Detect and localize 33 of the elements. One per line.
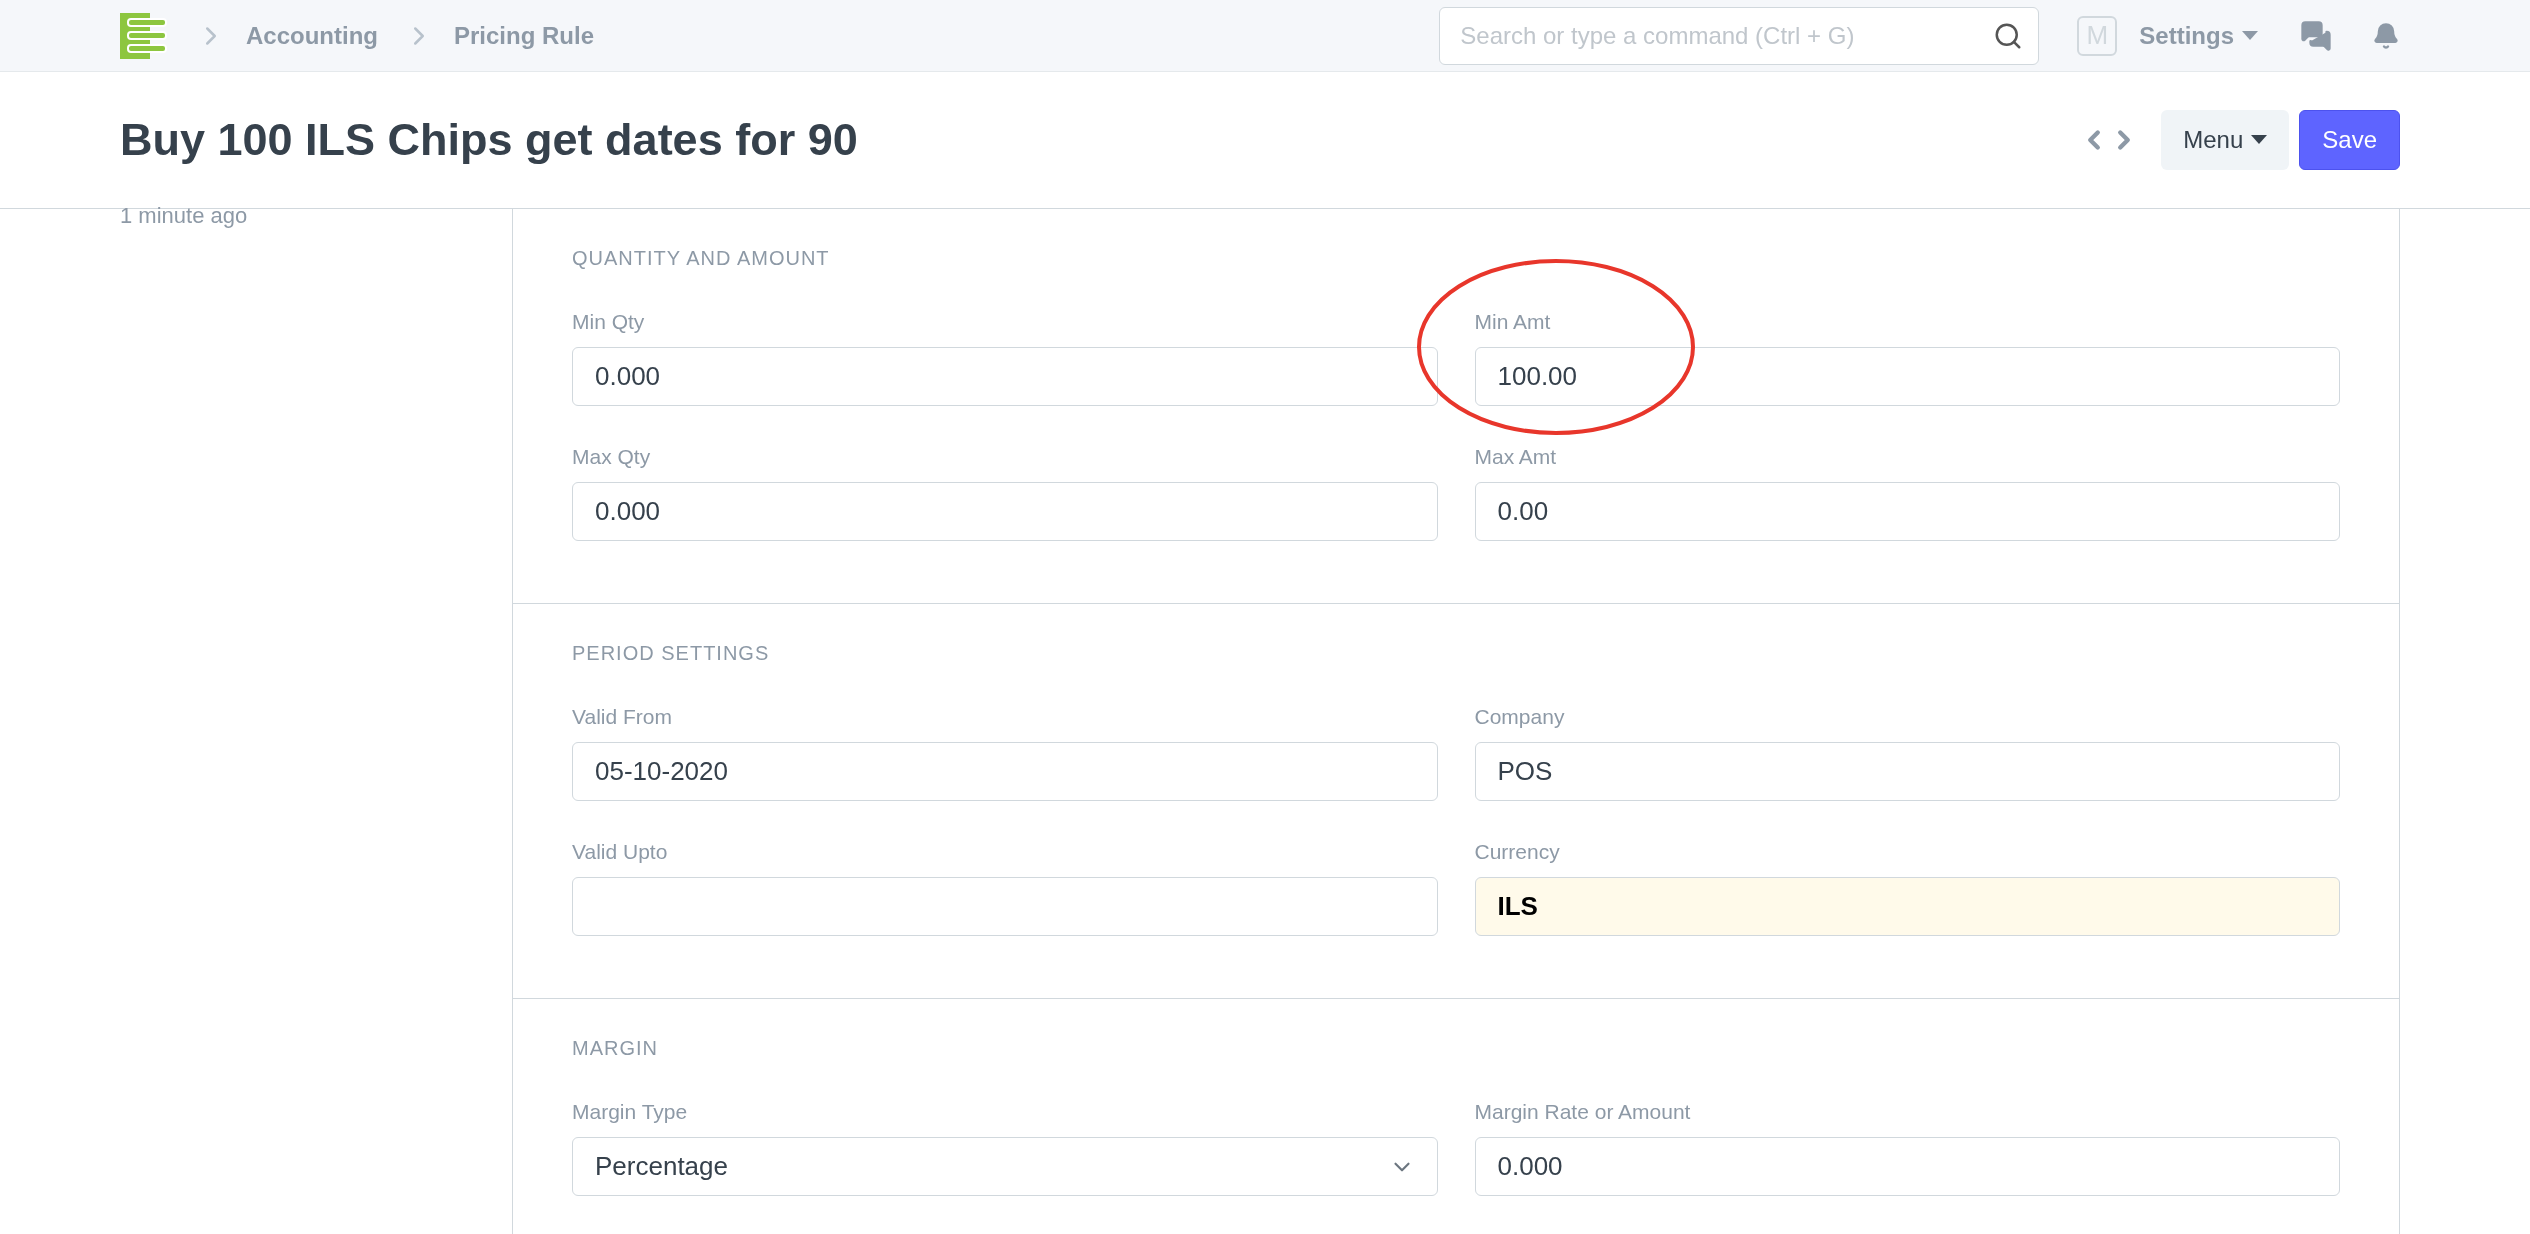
input-field[interactable]: 05-10-2020 — [572, 742, 1438, 801]
input-field[interactable]: ILS — [1474, 877, 2340, 936]
input-field[interactable]: 0.000 — [572, 482, 1438, 541]
menu-button[interactable]: Menu — [2161, 110, 2290, 170]
field-label: Min Amt — [1474, 309, 1551, 335]
field-label: Min Qty — [572, 309, 645, 335]
section-title: QUANTITY AND AMOUNT — [572, 246, 831, 271]
field-label: Currency — [1474, 839, 1560, 865]
field-label: Margin Rate or Amount — [1474, 1099, 1691, 1125]
chat-icon[interactable] — [2300, 19, 2332, 52]
field-label: Valid Upto — [572, 839, 668, 865]
input-field[interactable]: 100.00 — [1474, 347, 2340, 406]
field-label: Company — [1474, 704, 1565, 730]
field-label: Max Qty — [572, 444, 651, 470]
input-field[interactable]: 0.000 — [572, 347, 1438, 406]
input-field[interactable]: POS — [1474, 742, 2340, 801]
section-title: MARGIN — [572, 1036, 659, 1061]
save-button[interactable]: Save — [2299, 110, 2400, 170]
field-label: Valid From — [572, 704, 672, 730]
field-label: Max Amt — [1474, 444, 1557, 470]
section-title: PERIOD SETTINGS — [572, 641, 771, 666]
select-field[interactable]: Percentage — [572, 1137, 1438, 1196]
field-label: Margin Type — [572, 1099, 688, 1125]
logo-icon — [120, 12, 170, 59]
input-field[interactable]: 0.00 — [1474, 482, 2340, 541]
caret-icon — [2242, 30, 2258, 41]
input-field[interactable] — [572, 877, 1438, 936]
search-field[interactable]: Search or type a command (Ctrl + G) — [1439, 6, 2040, 65]
modified-time: 1 minute ago — [120, 203, 248, 228]
caret-icon — [2251, 135, 2268, 145]
input-field[interactable]: 0.000 — [1474, 1137, 2340, 1196]
bell-icon[interactable] — [2372, 21, 2400, 50]
page-title: Buy 100 ILS Chips get dates for 90 — [120, 113, 858, 168]
